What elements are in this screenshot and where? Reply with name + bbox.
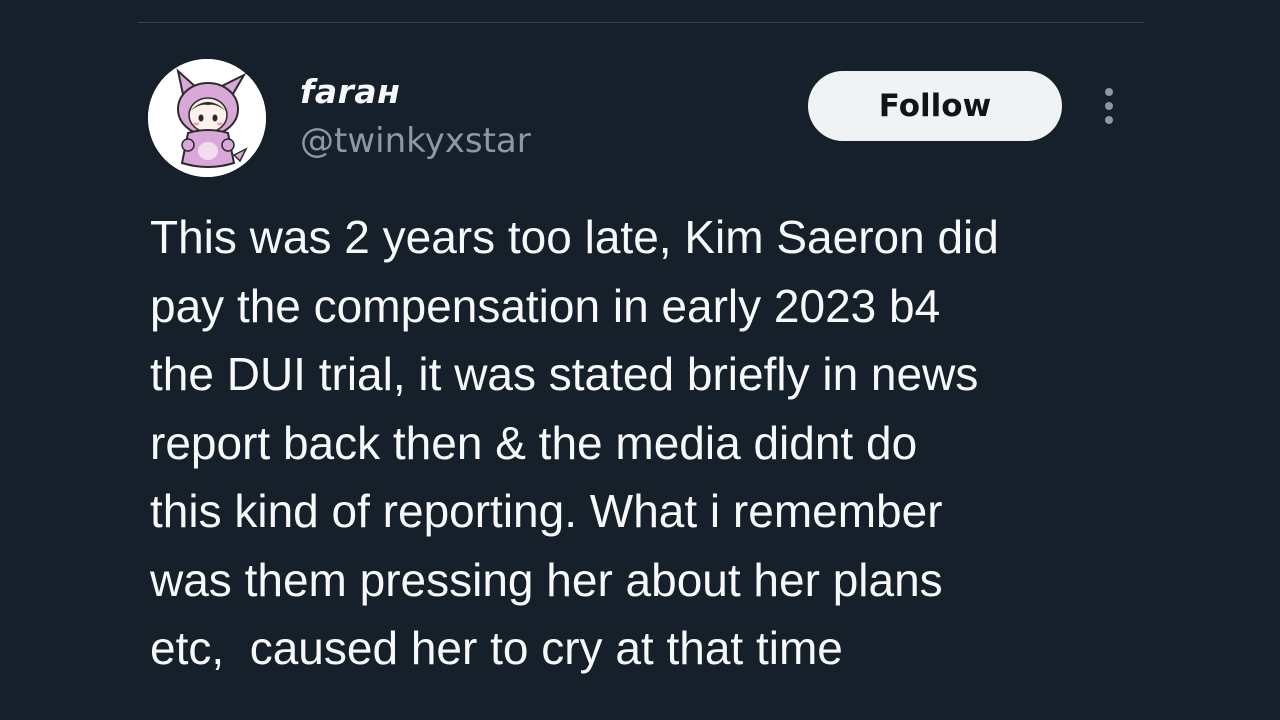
tweet-text-line: pay the compensation in early 2023 b4	[150, 279, 941, 332]
avatar-pink-bunny-costume-icon	[148, 59, 266, 177]
avatar[interactable]	[148, 59, 266, 177]
top-divider	[138, 22, 1144, 23]
tweet-text-line: was them pressing her about her plans	[150, 553, 943, 606]
tweet-text-line: the DUI trial, it was stated briefly in …	[150, 348, 979, 400]
tweet-text: This was 2 years too late, Kim Saeron di…	[150, 203, 1150, 683]
user-handle[interactable]: @twinkyxstar	[300, 118, 531, 164]
tweet-text-line: etc, caused her to cry at that time	[150, 622, 843, 674]
tweet-text-line: report back then & the media didnt do	[150, 416, 918, 469]
more-vertical-icon	[1105, 88, 1113, 124]
follow-button[interactable]: Follow	[808, 71, 1062, 141]
tweet-text-line: this kind of reporting. What i remember	[150, 485, 943, 537]
display-name[interactable]: faraн	[300, 70, 400, 114]
more-options-button[interactable]	[1094, 86, 1124, 126]
tweet-text-line: This was 2 years too late, Kim Saeron di…	[150, 211, 999, 263]
